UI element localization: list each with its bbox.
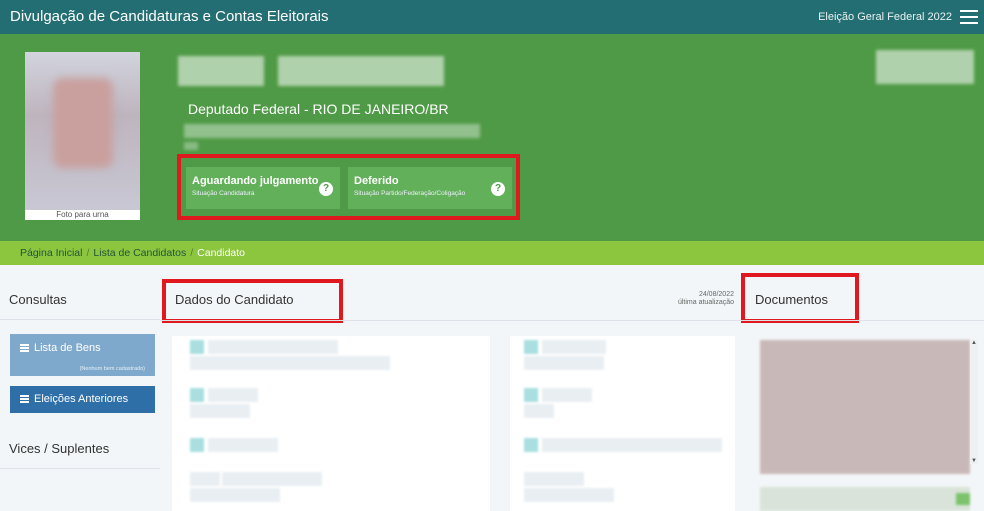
dados-card-right [510, 336, 735, 511]
divider [160, 320, 984, 321]
election-label[interactable]: Eleição Geral Federal 2022 [818, 11, 952, 23]
list-icon [20, 395, 29, 404]
vices-title: Vices / Suplentes [9, 441, 110, 456]
consultas-title: Consultas [9, 292, 67, 307]
candidate-number-redacted [876, 50, 974, 84]
breadcrumb-list[interactable]: Lista de Candidatos [93, 247, 186, 259]
candidate-detail-redacted [184, 142, 198, 150]
scroll-down-icon[interactable]: ▼ [970, 458, 978, 464]
candidate-header: Foto para urna Deputado Federal - RIO DE… [0, 34, 984, 241]
dados-highlight-box [162, 279, 343, 323]
dados-card-left [172, 336, 490, 511]
divider [0, 468, 160, 469]
sidebar: Consultas Lista de Bens (Nenhum bem cada… [0, 265, 160, 511]
photo-caption: Foto para urna [25, 210, 140, 220]
scroll-up-icon[interactable]: ▲ [970, 340, 978, 346]
documentos-scrollbar[interactable]: ▲ ▼ [970, 340, 978, 464]
documentos-highlight-box [741, 273, 859, 323]
breadcrumb-current: Candidato [197, 247, 246, 259]
breadcrumb: Página Inicial / Lista de Candidatos / Candi… [0, 241, 984, 265]
documentos-item[interactable] [760, 487, 970, 511]
candidate-name-redacted [278, 56, 444, 86]
lista-bens-button[interactable]: Lista de Bens (Nenhum bem cadastrado) [10, 334, 155, 376]
breadcrumb-home[interactable]: Página Inicial [20, 247, 82, 259]
hamburger-icon[interactable] [960, 10, 978, 24]
last-update: 24/08/2022 última atualização [677, 291, 734, 306]
list-icon [20, 344, 29, 353]
candidate-party-redacted [184, 124, 480, 138]
candidate-name-redacted [178, 56, 264, 86]
top-bar: Divulgação de Candidaturas e Contas Elei… [0, 0, 984, 34]
toggle-icon[interactable] [956, 493, 970, 505]
eleicoes-anteriores-button[interactable]: Eleições Anteriores [10, 386, 155, 413]
lista-bens-label: Lista de Bens [34, 342, 101, 354]
status-highlight-box [177, 154, 520, 220]
candidate-office: Deputado Federal - RIO DE JANEIRO/BR [188, 101, 449, 117]
divider [0, 319, 160, 320]
documentos-list[interactable] [760, 340, 970, 474]
eleicoes-anteriores-label: Eleições Anteriores [34, 393, 129, 405]
candidate-photo [25, 52, 140, 210]
app-title: Divulgação de Candidaturas e Contas Elei… [10, 8, 329, 25]
bens-note: (Nenhum bem cadastrado) [79, 366, 145, 372]
